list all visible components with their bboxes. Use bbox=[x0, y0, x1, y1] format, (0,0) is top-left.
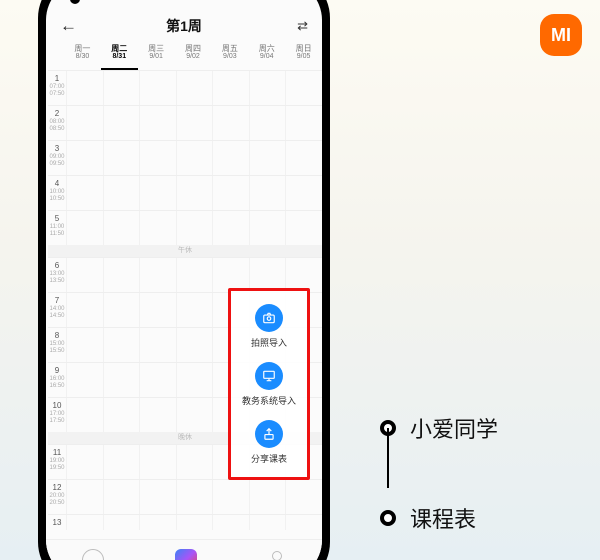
annotation-label: 课程表 bbox=[410, 502, 476, 534]
period-row: 208:0008:50 bbox=[48, 105, 322, 140]
swap-button[interactable]: ⇄ bbox=[297, 18, 308, 34]
period-row: 107:0007:50 bbox=[48, 70, 322, 105]
annotation-path: 小爱同学 课程表 bbox=[380, 412, 498, 534]
app-header: ← 第1周 ⇄ bbox=[46, 8, 322, 44]
period-row: 613:0013:50 bbox=[48, 257, 322, 292]
weekday-tab[interactable]: 周六9/04 bbox=[248, 44, 285, 70]
weekday-tab[interactable]: 周五9/03 bbox=[211, 44, 248, 70]
period-row: 511:0011:50 bbox=[48, 210, 322, 245]
mi-logo: MI bbox=[540, 14, 582, 56]
period-row: 410:0010:50 bbox=[48, 175, 322, 210]
period-row: 13 bbox=[48, 514, 322, 530]
annotation-label: 小爱同学 bbox=[410, 412, 498, 444]
nav-chat-icon[interactable] bbox=[82, 549, 104, 560]
menu-item-photo-import[interactable]: 拍照导入 bbox=[251, 304, 287, 349]
menu-item-system-import[interactable]: 教务系统导入 bbox=[242, 362, 296, 407]
menu-label: 分享课表 bbox=[251, 452, 287, 465]
path-connector bbox=[387, 428, 389, 488]
nav-profile-icon[interactable] bbox=[268, 551, 286, 560]
weekday-tab[interactable]: 周日9/05 bbox=[285, 44, 322, 70]
nav-schedule-icon[interactable] bbox=[175, 549, 197, 560]
action-menu: 拍照导入 教务系统导入 分享课表 bbox=[228, 288, 310, 480]
status-bar: 8:16 ⁎ ▮▯ ⌔ ▢ bbox=[46, 0, 322, 8]
wifi-icon: ⌔ bbox=[283, 0, 292, 1]
monitor-icon bbox=[255, 362, 283, 390]
page-title: 第1周 bbox=[166, 16, 202, 36]
phone-screen: 8:16 ⁎ ▮▯ ⌔ ▢ ← 第1周 ⇄ 周一8/30周二8/31周三9/01… bbox=[46, 0, 322, 560]
period-row: 309:0009:50 bbox=[48, 140, 322, 175]
menu-label: 拍照导入 bbox=[251, 336, 287, 349]
camera-icon bbox=[255, 304, 283, 332]
back-button[interactable]: ← bbox=[60, 16, 77, 36]
period-row: 1220:0020:50 bbox=[48, 479, 322, 514]
weekday-tab[interactable]: 周一8/30 bbox=[64, 44, 101, 70]
bottom-nav bbox=[46, 539, 322, 560]
menu-item-share[interactable]: 分享课表 bbox=[251, 420, 287, 465]
weekday-tab[interactable]: 周三9/01 bbox=[138, 44, 175, 70]
share-icon bbox=[255, 420, 283, 448]
weekday-header: 周一8/30周二8/31周三9/01周四9/02周五9/03周六9/04周日9/… bbox=[46, 44, 322, 70]
weekday-tab[interactable]: 周二8/31 bbox=[101, 44, 138, 70]
phone-frame: 8:16 ⁎ ▮▯ ⌔ ▢ ← 第1周 ⇄ 周一8/30周二8/31周三9/01… bbox=[38, 0, 330, 560]
weekday-tab[interactable]: 周四9/02 bbox=[175, 44, 212, 70]
path-dot bbox=[380, 510, 396, 526]
menu-label: 教务系统导入 bbox=[242, 394, 296, 407]
period-divider: 午休 bbox=[48, 245, 322, 257]
status-icons: ⁎ ▮▯ ⌔ ▢ bbox=[259, 0, 306, 1]
